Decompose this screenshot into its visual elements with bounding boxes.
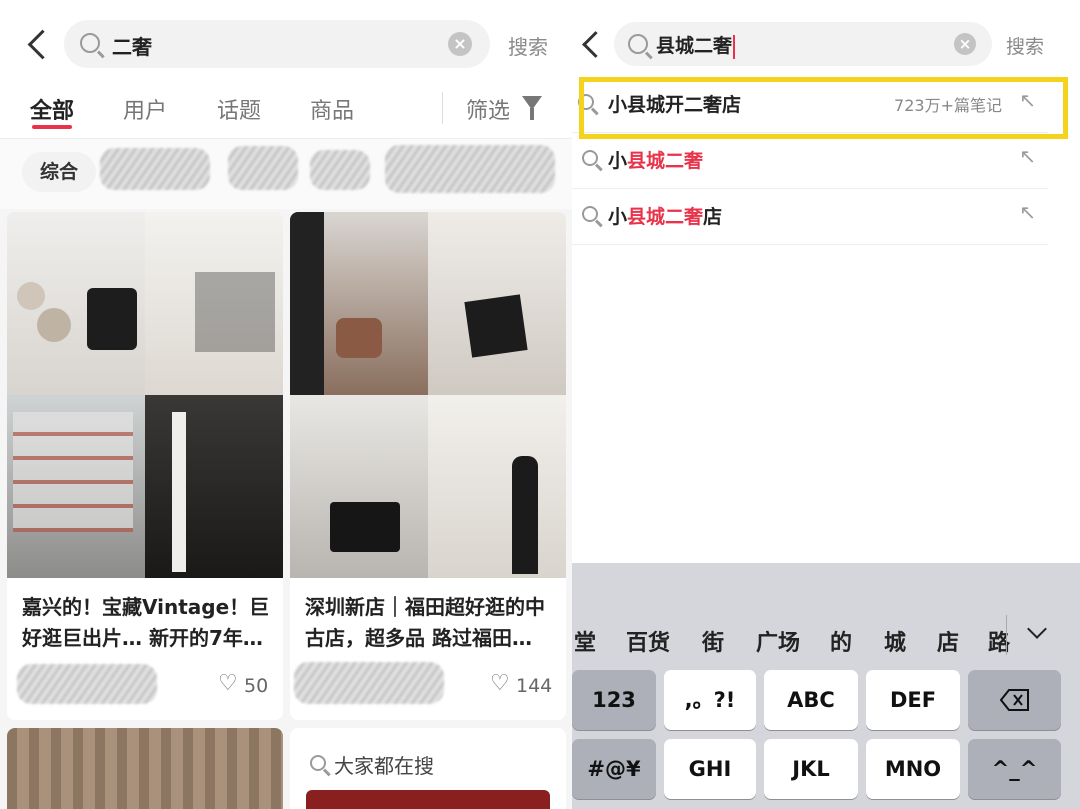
candidate-word[interactable]: 广场 [756, 625, 800, 657]
annotation-highlight [579, 77, 1068, 139]
back-icon[interactable] [27, 29, 58, 60]
candidate-word[interactable]: 街 [702, 625, 724, 657]
suggestion-item[interactable]: 小县城二奢 ↖ [572, 132, 1048, 189]
key-emoticon[interactable]: ^_^ [968, 739, 1061, 799]
tab-products[interactable]: 商品 [310, 93, 354, 125]
clear-icon[interactable]: × [448, 32, 472, 56]
redacted-author [294, 662, 444, 704]
search-button[interactable]: 搜索 [1006, 32, 1044, 59]
search-query: 二奢 [112, 35, 152, 59]
search-input[interactable]: 县城二奢 × [614, 22, 992, 66]
clear-icon[interactable]: × [954, 33, 976, 55]
candidate-word[interactable]: 百货 [626, 625, 670, 657]
heart-icon[interactable]: ♡ [490, 671, 510, 696]
search-icon [628, 34, 648, 54]
key-ghi[interactable]: GHI [664, 739, 756, 799]
suggestion-text: 小县城二奢 [608, 150, 704, 172]
suggestion-item[interactable]: 小县城二奢店 ↖ [572, 188, 1048, 245]
divider [1006, 615, 1007, 655]
search-icon [582, 206, 598, 222]
active-tab-indicator [32, 125, 72, 129]
key-numbers[interactable]: 123 [572, 670, 656, 730]
redacted-chip [310, 150, 370, 190]
search-query: 县城二奢 [656, 31, 736, 59]
like-count: 144 [516, 675, 553, 697]
backspace-icon [999, 689, 1029, 711]
fill-arrow-icon[interactable]: ↖ [1019, 200, 1036, 224]
search-input[interactable]: 二奢 × [64, 20, 490, 68]
key-jkl[interactable]: JKL [764, 739, 858, 799]
note-card[interactable]: 嘉兴的！宝藏Vintage！巨 好逛巨出片… 新开的7年… ♡ 50 [7, 212, 283, 720]
search-icon [80, 33, 100, 53]
note-cover-image [7, 728, 283, 809]
heart-icon[interactable]: ♡ [218, 671, 238, 696]
trending-label: 大家都在搜 [334, 754, 434, 778]
candidate-word[interactable]: 堂 [574, 625, 596, 657]
note-title: 古店，超多品 路过福田… [305, 626, 532, 650]
back-icon[interactable] [582, 31, 609, 58]
note-title: 嘉兴的！宝藏Vintage！巨 [22, 595, 270, 619]
note-cover-image [7, 212, 283, 578]
sort-chip[interactable]: 综合 [22, 152, 96, 192]
search-icon [310, 755, 326, 771]
redacted-chip [385, 145, 555, 193]
redacted-chip [100, 148, 210, 190]
candidate-word[interactable]: 的 [830, 625, 852, 657]
like-count: 50 [244, 675, 269, 697]
tab-users[interactable]: 用户 [123, 93, 167, 125]
key-symbols[interactable]: #@¥ [572, 739, 656, 799]
delete-key[interactable] [968, 670, 1061, 730]
search-results-screen: 二奢 × 搜索 全部 用户 话题 商品 筛选 综合 嘉兴的！宝藏Vintage！… [0, 0, 572, 809]
tab-topics[interactable]: 话题 [217, 93, 261, 125]
key-def[interactable]: DEF [866, 670, 960, 730]
key-abc[interactable]: ABC [764, 670, 858, 730]
note-card[interactable] [7, 728, 283, 809]
candidate-word[interactable]: 店 [937, 625, 959, 657]
candidate-word[interactable]: 城 [884, 625, 906, 657]
trending-card[interactable]: 大家都在搜 [290, 728, 566, 809]
tab-all[interactable]: 全部 [30, 93, 74, 125]
trending-image [306, 790, 550, 809]
note-title: 深圳新店｜福田超好逛的中 [305, 595, 545, 619]
fill-arrow-icon[interactable]: ↖ [1019, 144, 1036, 168]
note-cover-image [290, 212, 566, 578]
filter-icon[interactable] [522, 96, 542, 120]
search-suggest-screen: 县城二奢 × 搜索 小县城开二奢店 723万+篇笔记 ↖ 小县城二奢 ↖ 小县城… [572, 0, 1080, 809]
key-mno[interactable]: MNO [866, 739, 960, 799]
filter-button[interactable]: 筛选 [466, 93, 510, 125]
redacted-author [17, 664, 157, 704]
note-title: 好逛巨出片… 新开的7年… [22, 626, 263, 650]
redacted-chip [228, 146, 298, 190]
suggestion-text: 小县城二奢店 [608, 206, 723, 228]
key-punctuation[interactable]: ,。?! [664, 670, 756, 730]
search-icon [582, 150, 598, 166]
note-card[interactable]: 深圳新店｜福田超好逛的中 古店，超多品 路过福田… ♡ 144 [290, 212, 566, 720]
divider [442, 92, 443, 124]
search-button[interactable]: 搜索 [508, 31, 548, 60]
